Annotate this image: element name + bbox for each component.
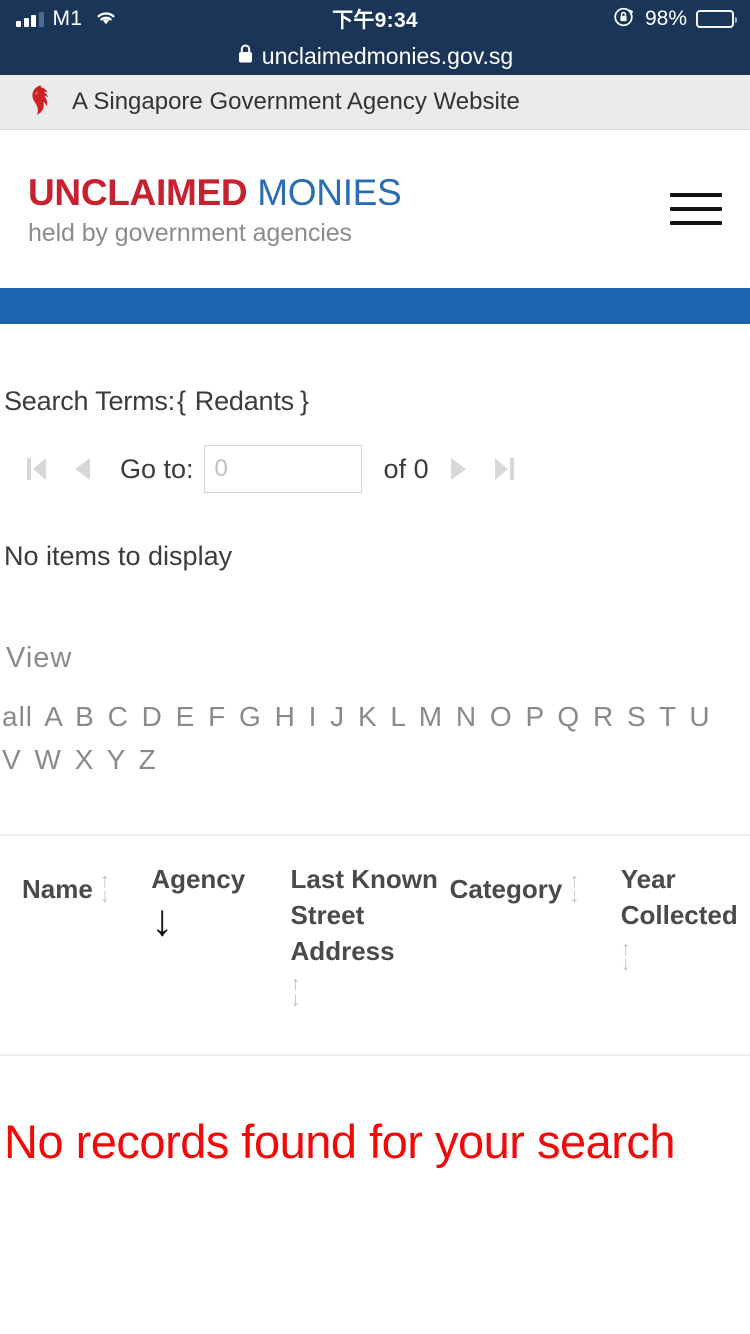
- column-header-category[interactable]: Category ↑ ↓: [450, 862, 621, 908]
- table-header-row: Name ↑ ↓ Agency ↓ Last Known Street Addre…: [0, 836, 750, 1011]
- government-banner-label: A Singapore Government Agency Website: [72, 88, 520, 115]
- logo-tagline: held by government agencies: [28, 218, 352, 247]
- alpha-link-l[interactable]: L: [390, 701, 406, 732]
- alpha-link-all[interactable]: all: [2, 701, 33, 732]
- no-items-message: No items to display: [4, 541, 233, 571]
- singapore-lion-head-icon: [26, 84, 54, 121]
- alpha-link-c[interactable]: C: [108, 701, 129, 732]
- column-header-last-known-street-address[interactable]: Last Known Street Address ↑ ↓: [290, 862, 450, 1011]
- total-pages-label: of 0: [383, 453, 429, 484]
- alpha-link-n[interactable]: N: [456, 701, 477, 732]
- logo-word-unclaimed: UNCLAIMED: [28, 172, 248, 214]
- site-logo[interactable]: UNCLAIMED MONIES held by government agen…: [28, 170, 402, 248]
- view-label: View: [6, 642, 73, 674]
- column-header-address-label: Last Known Street Address: [290, 863, 438, 966]
- header-accent-bar: [0, 288, 750, 324]
- search-terms-summary: Search Terms:{ Redants}: [0, 324, 750, 417]
- sort-both-icon: ↑ ↓: [569, 869, 580, 908]
- alpha-link-e[interactable]: E: [176, 701, 196, 732]
- alpha-link-s[interactable]: S: [627, 701, 647, 732]
- view-navigation: View all A B C D E F G H I J K L M N O P…: [0, 572, 750, 782]
- ios-status-bar: M1 下午9:34 98%: [0, 0, 750, 38]
- alpha-link-h[interactable]: H: [275, 701, 296, 732]
- goto-label: Go to:: [120, 453, 194, 484]
- next-page-icon[interactable]: [435, 446, 481, 492]
- alpha-link-w[interactable]: W: [34, 744, 61, 775]
- alpha-link-u[interactable]: U: [689, 701, 710, 732]
- search-terms-close-brace: }: [299, 386, 309, 416]
- carrier-label: M1: [52, 7, 83, 30]
- alpha-link-q[interactable]: Q: [557, 701, 580, 732]
- sort-both-icon: ↑ ↓: [99, 869, 110, 908]
- pagination-controls: Go to: of 0: [0, 417, 750, 493]
- alpha-link-m[interactable]: M: [419, 701, 443, 732]
- alpha-link-y[interactable]: Y: [107, 744, 126, 775]
- signal-bars-icon: [16, 11, 44, 27]
- government-banner[interactable]: A Singapore Government Agency Website: [0, 75, 750, 130]
- status-bar-left: M1: [16, 7, 118, 31]
- alpha-link-f[interactable]: F: [208, 701, 226, 732]
- url-bar[interactable]: unclaimedmonies.gov.sg: [0, 38, 750, 75]
- alpha-link-x[interactable]: X: [75, 744, 95, 775]
- alpha-link-g[interactable]: G: [239, 701, 262, 732]
- alpha-link-j[interactable]: J: [330, 701, 345, 732]
- browser-chrome: M1 下午9:34 98% unclaimedmonies.gov.sg: [0, 0, 750, 75]
- column-header-category-label: Category: [449, 873, 563, 904]
- column-header-year-label: Year Collected: [620, 863, 738, 930]
- last-page-icon[interactable]: [481, 446, 527, 492]
- main-content: Search Terms:{ Redants} Go to: of 0: [0, 324, 750, 1176]
- alpha-link-o[interactable]: O: [490, 701, 513, 732]
- alpha-link-t[interactable]: T: [659, 701, 677, 732]
- search-terms-open-brace: {: [176, 386, 186, 416]
- column-header-agency-label: Agency: [151, 863, 246, 894]
- column-header-agency[interactable]: Agency ↓: [151, 862, 290, 945]
- url-text: unclaimedmonies.gov.sg: [261, 43, 514, 69]
- search-terms-label: Search Terms:: [4, 386, 175, 416]
- alpha-link-v[interactable]: V: [2, 744, 22, 775]
- alpha-link-d[interactable]: D: [142, 701, 163, 732]
- hamburger-menu-icon[interactable]: [670, 187, 722, 231]
- column-header-year-collected[interactable]: Year Collected ↑ ↓: [620, 862, 750, 976]
- alpha-link-a[interactable]: A: [44, 701, 62, 732]
- logo-title: UNCLAIMED MONIES: [28, 172, 402, 214]
- column-header-name[interactable]: Name ↑ ↓: [0, 862, 151, 908]
- column-header-name-label: Name: [22, 873, 93, 904]
- lock-icon: [237, 43, 254, 70]
- battery-icon: [696, 10, 737, 28]
- sort-both-icon: ↑ ↓: [620, 937, 631, 976]
- sort-desc-arrow-icon: ↓: [151, 895, 174, 945]
- alpha-link-z[interactable]: Z: [139, 744, 157, 775]
- logo-word-monies: MONIES: [257, 172, 402, 214]
- status-bar-right: 98%: [612, 5, 737, 34]
- site-header: UNCLAIMED MONIES held by government agen…: [0, 130, 750, 288]
- previous-page-icon[interactable]: [60, 446, 106, 492]
- alpha-link-p[interactable]: P: [525, 701, 544, 732]
- first-page-icon[interactable]: [14, 446, 60, 492]
- results-table: Name ↑ ↓ Agency ↓ Last Known Street Addre…: [0, 833, 750, 1056]
- alpha-link-k[interactable]: K: [358, 701, 378, 732]
- rotation-lock-icon: [612, 5, 636, 34]
- alpha-link-i[interactable]: I: [309, 701, 318, 732]
- alphabet-links: all A B C D E F G H I J K L M N O P Q R …: [2, 695, 726, 782]
- search-term-value: Redants: [194, 386, 294, 416]
- battery-percent-label: 98%: [644, 7, 687, 30]
- wifi-icon: [94, 8, 118, 31]
- alpha-link-b[interactable]: B: [75, 701, 95, 732]
- alpha-link-r[interactable]: R: [593, 701, 614, 732]
- goto-page-input[interactable]: [203, 445, 362, 493]
- sort-both-icon: ↑ ↓: [290, 973, 301, 1011]
- no-records-message: No records found for your search: [4, 1114, 676, 1168]
